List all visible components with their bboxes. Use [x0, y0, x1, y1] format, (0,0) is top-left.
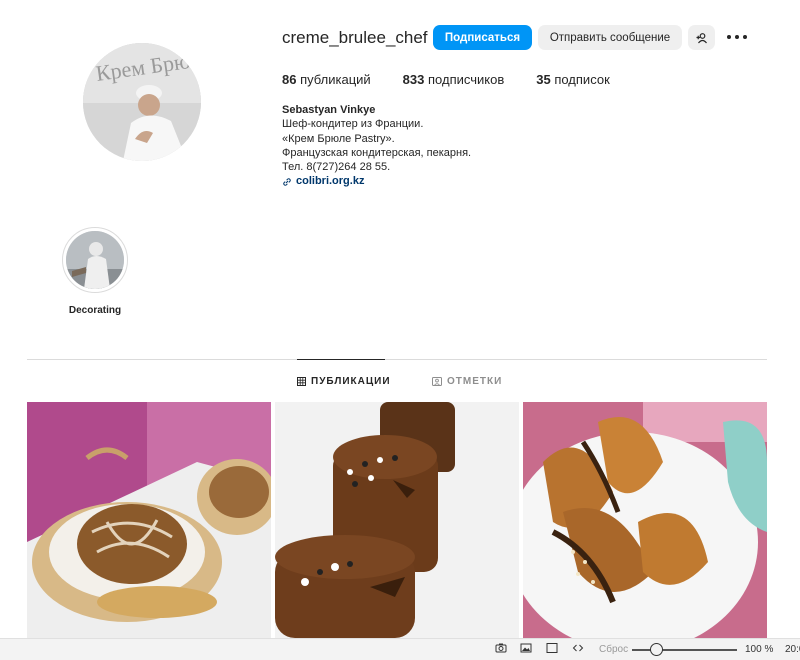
add-user-icon — [696, 32, 707, 43]
code-icon[interactable] — [572, 642, 584, 657]
post-thumbnail-bread[interactable] — [27, 402, 271, 638]
bio-line: Тел. 8(727)264 28 55. — [282, 161, 391, 174]
tab-posts[interactable]: ПУБЛИКАЦИИ — [297, 376, 391, 387]
more-options-icon[interactable] — [727, 29, 747, 45]
zoom-level: 100 % — [745, 644, 774, 655]
image-icon[interactable] — [520, 642, 532, 657]
profile-stats: 86 публикаций 833 подписчиков 35 подписо… — [282, 72, 642, 87]
zoom-reset-button[interactable]: Сброс — [599, 644, 628, 655]
posts-count[interactable]: 86 публикаций — [282, 72, 371, 87]
bio-line: Французская кондитерская, пекарня. — [282, 146, 472, 159]
link-icon — [283, 177, 291, 186]
avatar-photo: Крем Брюле — [83, 43, 201, 161]
profile-avatar[interactable]: Крем Брюле — [83, 43, 201, 161]
bio-name: Sebastyan Vinkye — [282, 104, 376, 116]
bio-line: «Крем Брюле Pastry». — [282, 132, 395, 145]
tabs-divider — [27, 359, 767, 360]
profile-bio: Sebastyan Vinkye Шеф-кондитер из Франции… — [282, 103, 471, 189]
browser-status-bar: Сброс 100 % 20:0 — [0, 638, 800, 660]
highlight-label: Decorating — [68, 305, 122, 316]
suggest-users-button[interactable] — [688, 25, 715, 50]
followers-count[interactable]: 833 подписчиков — [403, 72, 505, 87]
highlight-ring — [62, 227, 128, 293]
highlight-thumbnail — [66, 231, 124, 289]
post-thumbnail-pastries[interactable] — [523, 402, 767, 638]
grid-icon — [297, 377, 306, 386]
bio-line: Шеф-кондитер из Франции. — [282, 118, 424, 131]
tab-tagged[interactable]: ОТМЕТКИ — [432, 376, 502, 387]
send-message-button[interactable]: Отправить сообщение — [538, 25, 682, 50]
screenshot-icon[interactable] — [495, 642, 507, 657]
clock: 20:0 — [785, 644, 800, 655]
zoom-slider-handle[interactable] — [650, 643, 663, 656]
following-count[interactable]: 35 подписок — [536, 72, 610, 87]
follow-button[interactable]: Подписаться — [433, 25, 532, 50]
story-highlight[interactable]: Decorating — [62, 227, 128, 316]
active-tab-indicator — [297, 359, 385, 360]
tagged-user-icon — [432, 377, 442, 386]
profile-username: creme_brulee_chef — [282, 28, 428, 47]
bio-website-link[interactable]: colibri.org.kz — [282, 174, 471, 188]
zoom-slider-track[interactable] — [632, 649, 737, 651]
post-thumbnail-chocolate[interactable] — [275, 402, 519, 638]
window-icon[interactable] — [546, 642, 558, 657]
